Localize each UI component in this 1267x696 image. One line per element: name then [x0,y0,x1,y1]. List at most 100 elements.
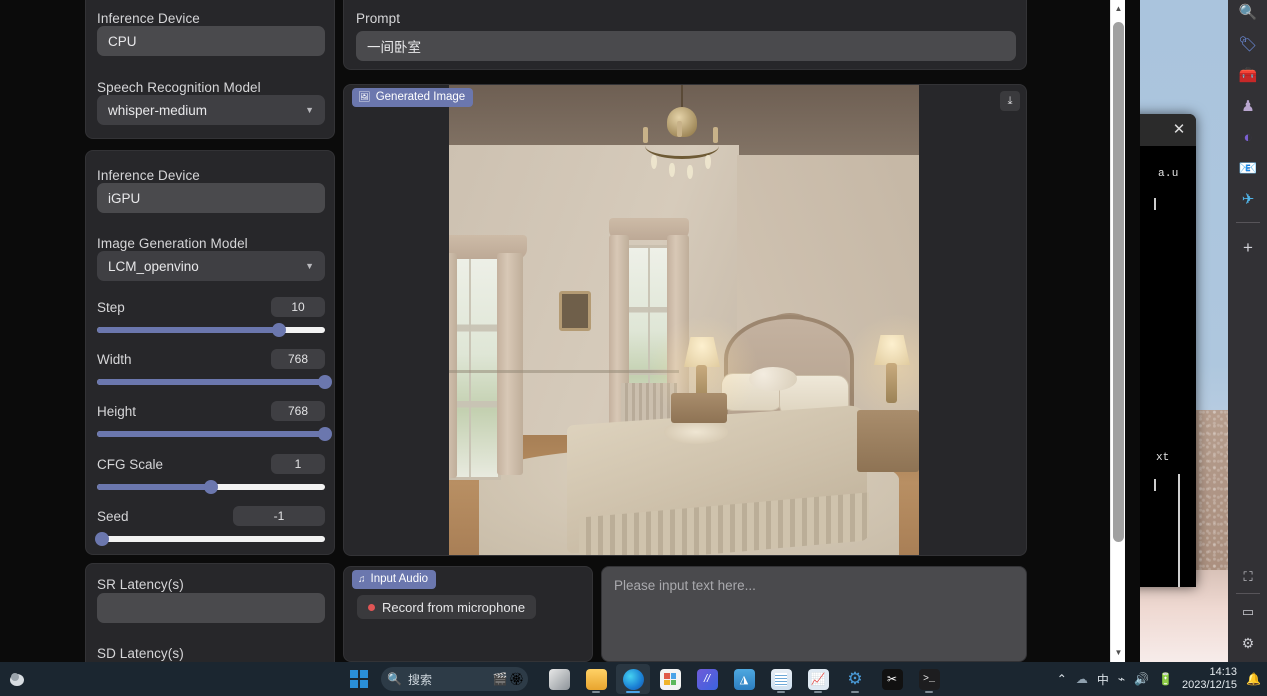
battery-icon[interactable]: 🔋 [1158,672,1173,686]
clock-date: 2023/12/15 [1181,679,1238,691]
scroll-down-arrow-icon[interactable]: ▼ [1111,645,1125,661]
image-chandelier-crystal-4 [705,155,711,169]
taskbar-item-task-view[interactable] [542,664,576,694]
slider-seed[interactable]: Seed -1 [94,506,325,546]
close-icon[interactable]: ✕ [1170,121,1188,139]
sr-latency-label: SR Latency(s) [97,577,184,592]
slider-height-knob[interactable] [318,427,332,441]
image-chandelier-crystal-3 [687,165,693,179]
outlook-icon[interactable]: 📧 [1237,157,1259,179]
taskbar-item-app-blue[interactable]: ◮ [727,664,761,694]
slider-cfg-scale-fill [97,484,211,490]
taskbar-item-app-blue-purple[interactable]: // [690,664,724,694]
slider-step-knob[interactable] [272,323,287,337]
volume-icon[interactable]: 🔊 [1134,672,1149,686]
shopping-tag-icon[interactable]: 🏷 [1237,33,1259,55]
taskbar-running-indicator [851,691,859,693]
generated-image[interactable] [449,85,919,555]
chevron-down-icon: ▼ [305,261,314,271]
screenshot-icon[interactable]: ⛶ [1237,566,1259,588]
wifi-icon[interactable]: ⌁ [1118,672,1125,686]
clock-time: 14:13 [1209,666,1238,679]
image-generation-model-value: LCM_openvino [108,258,199,274]
settings-gear-icon[interactable]: ⚙ [1237,632,1259,654]
slider-seed-knob[interactable] [94,532,109,546]
slider-cfg-scale[interactable]: CFG Scale 1 [97,454,325,494]
search-icon[interactable]: 🔍 [1237,1,1259,23]
speech-recognition-model-dropdown[interactable]: whisper-medium ▼ [97,95,325,125]
windows-start-icon[interactable] [350,670,368,688]
split-screen-icon[interactable]: ▭ [1237,601,1259,623]
slider-height-track[interactable] [97,427,332,441]
chevron-up-icon[interactable]: ⌃ [1057,672,1067,686]
clock[interactable]: 14:13 2023/12/15 [1182,666,1237,691]
bell-icon[interactable]: 🔔 [1246,672,1261,686]
telegram-icon[interactable]: ✈ [1237,188,1259,210]
taskbar-running-indicator [592,691,600,693]
slider-step-value[interactable]: 10 [271,297,325,317]
record-from-microphone-label: Record from microphone [382,599,526,615]
scroll-up-arrow-icon[interactable]: ▲ [1111,1,1125,17]
slider-step-track[interactable] [97,323,325,337]
text-input-panel[interactable]: Please input text here... [601,566,1027,662]
slider-seed-track[interactable] [94,532,325,546]
ime-indicator[interactable]: 中 [1097,671,1109,688]
clapperboard-icon[interactable]: 🎬 [493,672,508,686]
taskbar-item-terminal[interactable]: >_ [912,664,946,694]
slider-width-value[interactable]: 768 [271,349,325,369]
tools-briefcase-icon[interactable]: 🧰 [1237,64,1259,86]
background-window-vertical-bar [1178,474,1180,587]
games-icon[interactable]: ♟ [1237,95,1259,117]
sr-latency-field[interactable] [97,593,325,623]
download-icon[interactable]: ⤓ [1000,91,1020,111]
slider-cfg-scale-knob[interactable] [204,480,218,494]
image-nightstand-right [857,410,919,472]
image-inference-device-field[interactable]: iGPU [97,183,325,213]
slider-step[interactable]: Step 10 [97,297,325,337]
taskbar-search-box[interactable]: 🔍 搜索 🎬 🏵 [381,667,528,691]
slider-seed-label: Seed [97,508,129,524]
image-generation-model-dropdown[interactable]: LCM_openvino ▼ [97,251,325,281]
sticker-icon[interactable]: 🏵 [509,672,524,686]
copilot-icon[interactable]: ◐ [1237,126,1259,148]
onedrive-icon[interactable]: ☁ [1076,672,1088,686]
add-icon[interactable]: + [1237,237,1259,259]
slider-cfg-scale-track[interactable] [97,480,325,494]
taskbar-item-performance-monitor[interactable]: 📈 [801,664,835,694]
image-generation-model-label: Image Generation Model [97,236,248,251]
page-scrollbar[interactable]: ▲ ▼ [1110,0,1125,662]
image-chandelier [639,107,725,179]
prompt-input[interactable]: 一间卧室 [356,31,1016,61]
search-icon: 🔍 [387,672,402,686]
slider-height-fill [97,431,325,437]
weather-cloud-icon[interactable] [8,667,32,691]
image-curtain-left-a [449,253,457,478]
image-chandelier-candle-2 [677,121,682,137]
image-curtain-left-b [497,253,523,475]
edge-sidebar: 🔍 🏷 🧰 ♟ ◐ 📧 ✈ + ⛶ ▭ ⚙ [1228,0,1267,662]
taskbar-item-capcut[interactable]: ✂ [875,664,909,694]
slider-width[interactable]: Width 768 [97,349,332,389]
speech-settings-panel: Inference Device CPU Speech Recognition … [85,0,335,139]
slider-width-track[interactable] [97,375,332,389]
record-from-microphone-button[interactable]: Record from microphone [357,595,537,619]
slider-width-knob[interactable] [318,375,332,389]
slider-height-value[interactable]: 768 [271,401,325,421]
taskbar-item-notepad[interactable] [764,664,798,694]
search-suggestion-icons[interactable]: 🎬 🏵 [493,672,524,686]
slider-cfg-scale-value[interactable]: 1 [271,454,325,474]
image-wainscot-line [449,370,679,373]
taskbar-item-settings[interactable]: ⚙ [838,664,872,694]
taskbar-item-file-explorer[interactable] [579,664,613,694]
taskbar-item-microsoft-store[interactable] [653,664,687,694]
background-window-cursor [1154,198,1156,210]
generated-image-panel: 🖼 Generated Image ⤓ [343,84,1027,556]
speech-inference-device-field[interactable]: CPU [97,26,325,56]
task-view-icon [548,668,570,690]
image-chandelier-crystal-1 [651,155,657,169]
taskbar-item-microsoft-edge[interactable] [616,664,650,694]
page-scrollbar-thumb[interactable] [1113,22,1124,542]
slider-height[interactable]: Height 768 [97,401,332,441]
taskbar-running-indicator [925,691,933,693]
slider-seed-value[interactable]: -1 [233,506,325,526]
